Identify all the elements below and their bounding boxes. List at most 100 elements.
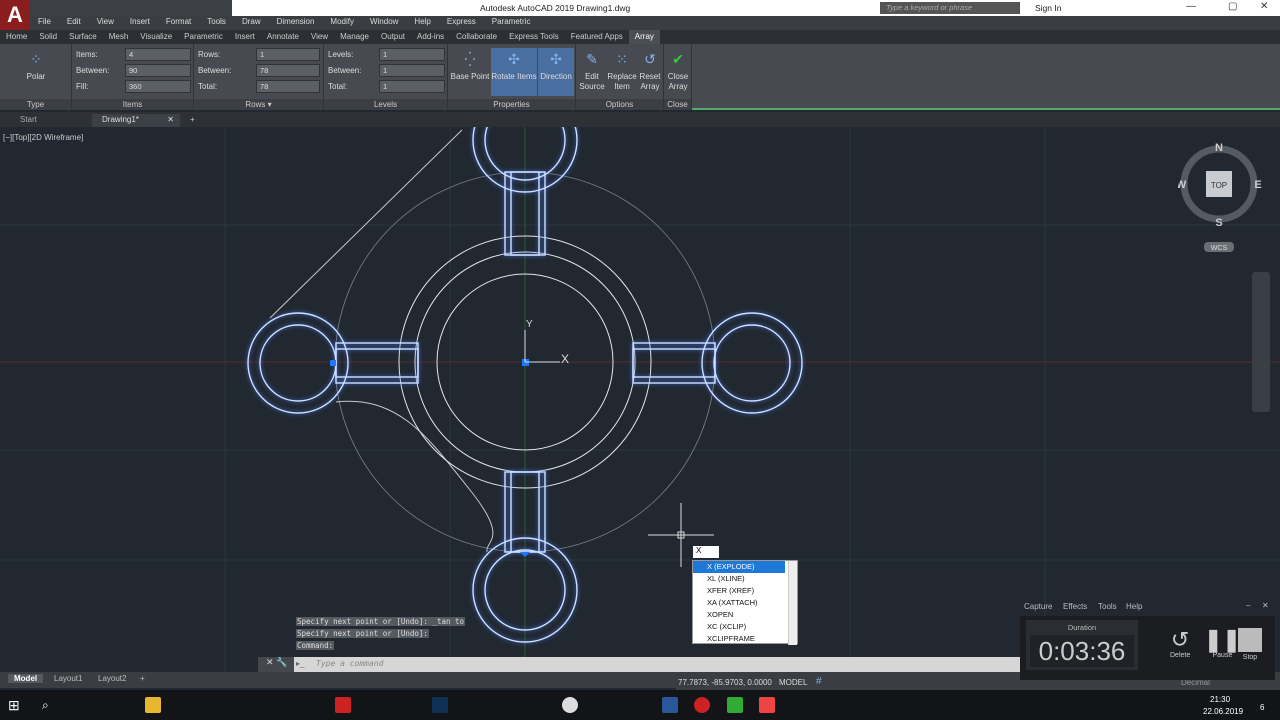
navigation-bar[interactable] [1252, 272, 1270, 412]
autocomplete-item[interactable]: XFER (XREF) [693, 585, 785, 597]
close-icon[interactable]: ✕ [1262, 601, 1269, 610]
minimize-icon[interactable]: – [1246, 601, 1250, 610]
tab-array[interactable]: Array [628, 30, 660, 44]
autocomplete-item[interactable]: X (EXPLODE) [693, 561, 785, 573]
levels-between-field[interactable]: 1 [379, 64, 445, 77]
rows-field[interactable]: 1 [256, 48, 320, 61]
grip[interactable] [520, 552, 530, 557]
menu-window[interactable]: Window [362, 16, 406, 30]
grid-toggle-icon[interactable]: # [816, 676, 822, 687]
items-fill-field[interactable]: 360 [125, 80, 191, 93]
camtasia-icon[interactable] [727, 697, 743, 713]
edit-source-button[interactable]: ✎ Edit Source [578, 48, 606, 96]
menu-help[interactable]: Help [406, 16, 438, 30]
items-between-field[interactable]: 90 [125, 64, 191, 77]
tab-mesh[interactable]: Mesh [103, 30, 135, 44]
direction-button[interactable]: ✣ Direction [538, 48, 574, 96]
drawing-canvas[interactable]: X Y [0, 127, 1280, 672]
sign-in-button[interactable]: Sign In [1035, 3, 1061, 13]
wcs-menu[interactable]: WCS [1211, 245, 1228, 252]
polar-button[interactable]: ⁘ Polar [14, 48, 58, 96]
rows-between-field[interactable]: 78 [256, 64, 320, 77]
tab-visualize[interactable]: Visualize [134, 30, 178, 44]
tab-start[interactable]: Start [10, 114, 47, 127]
wrench-icon[interactable]: 🔧 [276, 657, 287, 667]
new-tab-button[interactable]: + [180, 114, 205, 127]
reset-array-button[interactable]: ↺ Reset Array [637, 48, 663, 96]
rows-total-field[interactable]: 78 [256, 80, 320, 93]
close-tab-icon[interactable]: ✕ [167, 115, 174, 124]
prompt-icon[interactable]: ▸_ [296, 659, 304, 668]
menu-format[interactable]: Format [158, 16, 199, 30]
menu-edit[interactable]: Edit [59, 16, 89, 30]
autocomplete-item[interactable]: XC (XCLIP) [693, 621, 785, 633]
maximize-button[interactable]: ▢ [1228, 1, 1237, 12]
menu-parametric[interactable]: Parametric [484, 16, 539, 30]
chrome-icon[interactable] [562, 697, 578, 713]
close-icon[interactable]: ✕ [266, 657, 274, 667]
tab-annotate[interactable]: Annotate [261, 30, 305, 44]
word-icon[interactable] [662, 697, 678, 713]
menu-help[interactable]: Help [1126, 602, 1142, 611]
tab-featured-apps[interactable]: Featured Apps [565, 30, 629, 44]
tab-solid[interactable]: Solid [33, 30, 63, 44]
file-explorer-icon[interactable] [145, 697, 161, 713]
tab-drawing1[interactable]: Drawing1* ✕ [92, 114, 180, 127]
autocomplete-item[interactable]: XA (XATTACH) [693, 597, 785, 609]
delete-button[interactable]: ↺ Delete [1170, 628, 1190, 660]
compass-n[interactable]: N [1215, 142, 1223, 154]
stop-button[interactable]: Stop [1238, 628, 1262, 661]
compass-e[interactable]: E [1254, 179, 1261, 191]
tab-collaborate[interactable]: Collaborate [450, 30, 503, 44]
compass-s[interactable]: S [1215, 217, 1222, 229]
tab-layout2[interactable]: Layout2 [98, 674, 126, 683]
quick-access-toolbar[interactable] [0, 0, 232, 16]
pause-button[interactable]: ❚❚ Pause [1204, 628, 1241, 660]
add-layout-button[interactable]: + [140, 674, 145, 683]
menu-effects[interactable]: Effects [1063, 602, 1087, 611]
tab-express-tools[interactable]: Express Tools [503, 30, 565, 44]
levels-total-field[interactable]: 1 [379, 80, 445, 93]
notification-count[interactable]: 6 [1260, 703, 1264, 712]
dynamic-input-field[interactable]: X [693, 546, 719, 558]
menu-file[interactable]: File [30, 16, 59, 30]
menu-view[interactable]: View [89, 16, 122, 30]
menu-draw[interactable]: Draw [234, 16, 269, 30]
viewport-controls[interactable]: [−][Top][2D Wireframe] [3, 133, 83, 142]
autocomplete-item[interactable]: XOPEN [693, 609, 785, 621]
app-icon[interactable] [694, 697, 710, 713]
base-point-button[interactable]: ⁛ Base Point [450, 48, 490, 96]
tab-home[interactable]: Home [0, 30, 33, 44]
menu-insert[interactable]: Insert [122, 16, 158, 30]
grip[interactable] [330, 360, 336, 366]
application-menu-button[interactable]: A [0, 0, 30, 30]
photoshop-icon[interactable] [432, 697, 448, 713]
menu-tools[interactable]: Tools [1098, 602, 1117, 611]
tab-surface[interactable]: Surface [63, 30, 103, 44]
levels-field[interactable]: 1 [379, 48, 445, 61]
tab-manage[interactable]: Manage [334, 30, 375, 44]
tab-layout1[interactable]: Layout1 [54, 674, 82, 683]
menu-tools[interactable]: Tools [199, 16, 234, 30]
search-icon[interactable]: ⌕ [42, 698, 49, 713]
model-space-button[interactable]: MODEL [779, 678, 807, 687]
clock-date[interactable]: 22.06.2019 [1203, 707, 1243, 716]
replace-item-button[interactable]: ⁙ Replace Item [607, 48, 637, 96]
start-button[interactable]: ⊞ [8, 697, 20, 714]
panel-label[interactable]: Rows ▾ [194, 99, 323, 110]
autocomplete-item[interactable]: XCLIPFRAME [693, 633, 785, 645]
menu-express[interactable]: Express [439, 16, 484, 30]
tab-add-ins[interactable]: Add-ins [411, 30, 450, 44]
help-search-input[interactable]: Type a keyword or phrase [880, 2, 1020, 14]
close-button[interactable]: ✕ [1260, 1, 1268, 12]
menu-dimension[interactable]: Dimension [269, 16, 323, 30]
autocad-taskbar-icon[interactable] [335, 697, 351, 713]
command-input[interactable]: Type a command [316, 659, 383, 668]
menu-capture[interactable]: Capture [1024, 602, 1052, 611]
autocomplete-item[interactable]: XL (XLINE) [693, 573, 785, 585]
rotate-items-button[interactable]: ✣ Rotate Items [491, 48, 537, 96]
menu-modify[interactable]: Modify [322, 16, 362, 30]
tab-insert[interactable]: Insert [229, 30, 261, 44]
tab-view[interactable]: View [305, 30, 334, 44]
minimize-button[interactable]: — [1186, 1, 1196, 12]
